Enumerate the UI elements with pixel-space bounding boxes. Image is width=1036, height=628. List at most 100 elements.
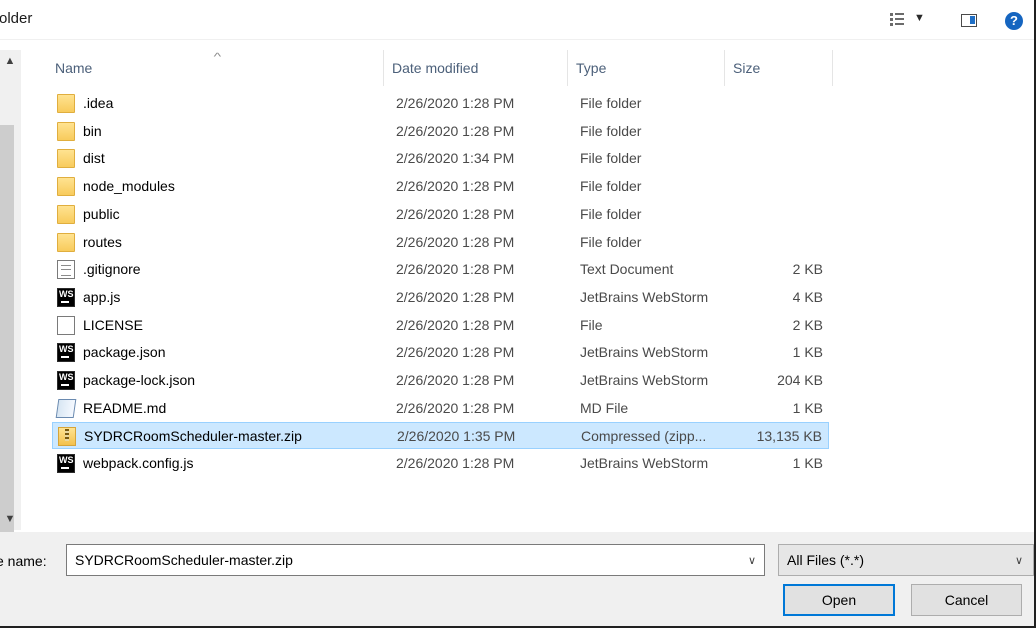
file-row[interactable]: public 2/26/2020 1:28 PM File folder	[52, 201, 829, 228]
file-type: MD File	[580, 399, 629, 416]
file-type: File folder	[580, 205, 642, 222]
file-row[interactable]: bin 2/26/2020 1:28 PM File folder	[52, 118, 829, 145]
file-name-input[interactable]: SYDRCRoomScheduler-master.zip	[75, 552, 293, 568]
file-type: File	[580, 316, 603, 333]
chevron-down-icon: ▼	[914, 12, 925, 24]
text-document-icon	[57, 260, 75, 280]
file-type: File folder	[580, 95, 642, 111]
zip-icon	[58, 427, 76, 447]
file-row[interactable]: LICENSE 2/26/2020 1:28 PM File 2 KB	[52, 312, 829, 339]
file-icon	[57, 315, 75, 335]
file-type: Text Document	[580, 261, 674, 278]
file-size: 2 KB	[792, 261, 823, 278]
file-name: routes	[83, 233, 122, 250]
file-name: LICENSE	[83, 316, 143, 333]
file-name: .idea	[83, 95, 114, 111]
chevron-down-icon: ∨	[1014, 555, 1023, 567]
file-date-modified: 2/26/2020 1:28 PM	[396, 316, 515, 333]
toolbar-title: older	[0, 10, 33, 27]
file-date-modified: 2/26/2020 1:28 PM	[396, 122, 515, 139]
file-row[interactable]: SYDRCRoomScheduler-master.zip 2/26/2020 1…	[52, 422, 829, 450]
file-size: 1 KB	[792, 455, 823, 472]
file-name: README.md	[83, 399, 167, 416]
file-date-modified: 2/26/2020 1:28 PM	[396, 372, 515, 388]
file-name-combobox[interactable]: SYDRCRoomScheduler-master.zip ∨	[66, 544, 765, 576]
file-type: File folder	[580, 233, 642, 250]
file-dialog: older ▼ ? ▲ ▼ ^ Name Date modified Type …	[0, 0, 1036, 628]
file-name: dist	[83, 150, 105, 167]
cancel-button[interactable]: Cancel	[911, 584, 1022, 616]
file-date-modified: 2/26/2020 1:28 PM	[396, 399, 515, 416]
file-type: File folder	[580, 122, 642, 139]
file-row[interactable]: .gitignore 2/26/2020 1:28 PM Text Document…	[52, 256, 829, 283]
file-row[interactable]: package.json 2/26/2020 1:28 PM JetBrains W…	[52, 339, 829, 366]
file-row[interactable]: node_modules 2/26/2020 1:28 PM File folder	[52, 173, 829, 200]
open-button[interactable]: Open	[783, 584, 895, 616]
column-header-date[interactable]: Date modified	[384, 50, 568, 86]
dialog-footer: e name: SYDRCRoomScheduler-master.zip ∨ …	[0, 532, 1034, 626]
file-name: bin	[83, 122, 102, 139]
column-header-size[interactable]: Size	[725, 50, 833, 86]
file-date-modified: 2/26/2020 1:28 PM	[396, 95, 515, 111]
file-type: JetBrains WebStorm	[580, 372, 709, 388]
vertical-scrollbar[interactable]: ▲ ▼	[0, 50, 21, 548]
file-size: 204 KB	[777, 372, 823, 388]
folder-icon	[57, 204, 75, 224]
file-date-modified: 2/26/2020 1:35 PM	[397, 428, 516, 445]
file-size: 13,135 KB	[756, 428, 822, 445]
file-name: node_modules	[83, 178, 175, 195]
chevron-down-icon[interactable]: ∨	[748, 554, 756, 567]
file-date-modified: 2/26/2020 1:28 PM	[396, 344, 515, 361]
folder-icon	[57, 149, 75, 169]
help-button[interactable]: ?	[1005, 12, 1023, 30]
file-date-modified: 2/26/2020 1:28 PM	[396, 205, 515, 222]
file-type-filter-value: All Files (*.*)	[787, 552, 865, 568]
file-date-modified: 2/26/2020 1:28 PM	[396, 178, 515, 195]
preview-pane-button[interactable]	[961, 14, 977, 27]
column-header-type[interactable]: Type	[568, 50, 725, 86]
file-name: webpack.config.js	[83, 455, 194, 472]
file-size: 2 KB	[792, 316, 823, 333]
file-type: JetBrains WebStorm	[580, 288, 709, 305]
file-type: Compressed (zipp...	[581, 428, 707, 445]
file-row[interactable]: package-lock.json 2/26/2020 1:28 PM JetBra…	[52, 367, 829, 394]
file-size: 1 KB	[792, 344, 823, 361]
file-row[interactable]: webpack.config.js 2/26/2020 1:28 PM JetBra…	[52, 450, 829, 477]
file-date-modified: 2/26/2020 1:34 PM	[396, 150, 515, 167]
file-size: 1 KB	[792, 399, 823, 416]
folder-icon	[57, 121, 75, 141]
file-name: app.js	[83, 288, 121, 305]
file-date-modified: 2/26/2020 1:28 PM	[396, 455, 515, 472]
column-header-name[interactable]: Name	[47, 50, 384, 86]
file-type: File folder	[580, 150, 642, 167]
file-row[interactable]: .idea 2/26/2020 1:28 PM File folder	[52, 90, 829, 117]
file-name: .gitignore	[83, 261, 141, 278]
scroll-up-arrow-icon[interactable]: ▲	[2, 54, 18, 68]
file-size: 4 KB	[792, 288, 823, 305]
change-view-button[interactable]: ▼	[890, 12, 934, 30]
webstorm-icon	[57, 454, 75, 474]
dialog-toolbar: older ▼ ?	[0, 0, 1034, 40]
file-type: File folder	[580, 178, 642, 195]
file-name: package-lock.json	[83, 372, 196, 388]
file-row[interactable]: routes 2/26/2020 1:28 PM File folder	[52, 229, 829, 256]
file-row[interactable]: README.md 2/26/2020 1:28 PM MD File 1 KB	[52, 395, 829, 422]
file-type: JetBrains WebStorm	[580, 344, 709, 361]
file-date-modified: 2/26/2020 1:28 PM	[396, 233, 515, 250]
file-type: JetBrains WebStorm	[580, 455, 709, 472]
details-view-icon	[890, 13, 904, 26]
file-name-label: e name:	[0, 553, 47, 569]
scroll-thumb[interactable]	[0, 125, 14, 548]
file-date-modified: 2/26/2020 1:28 PM	[396, 261, 515, 278]
file-row[interactable]: dist 2/26/2020 1:34 PM File folder	[52, 145, 829, 172]
file-name: package.json	[83, 344, 166, 361]
md-file-icon	[55, 398, 77, 418]
folder-icon	[57, 232, 75, 252]
file-type-filter[interactable]: All Files (*.*) ∨	[778, 544, 1034, 576]
file-row[interactable]: app.js 2/26/2020 1:28 PM JetBrains WebStor…	[52, 284, 829, 311]
webstorm-icon	[57, 371, 75, 390]
folder-icon	[57, 177, 75, 197]
scroll-down-arrow-icon[interactable]: ▼	[2, 512, 18, 526]
folder-icon	[57, 94, 75, 113]
file-date-modified: 2/26/2020 1:28 PM	[396, 288, 515, 305]
